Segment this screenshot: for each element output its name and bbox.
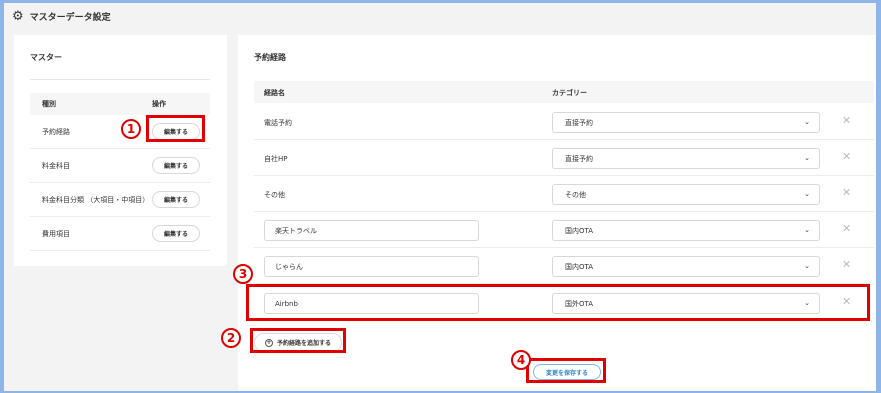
- close-icon[interactable]: ✕: [842, 186, 851, 199]
- category-value: 直接予約: [565, 118, 593, 127]
- gear-icon: ⚙: [12, 8, 24, 24]
- route-name: 電話予約: [264, 119, 292, 127]
- col-type-header: 種別: [42, 100, 56, 108]
- routes-heading: 予約経路: [254, 53, 286, 62]
- chevron-down-icon: ⌄: [804, 190, 810, 198]
- edit-button[interactable]: 編集する: [152, 225, 200, 242]
- master-panel: マスター 種別 操作 予約経路 編集する 料金科目 編集する 料金科目分類 （大…: [14, 35, 227, 266]
- master-type-label: 料金科目: [42, 161, 70, 170]
- close-icon[interactable]: ✕: [842, 295, 851, 308]
- edit-button[interactable]: 編集する: [152, 157, 200, 174]
- save-button[interactable]: 変更を保存する: [533, 364, 601, 380]
- category-value: 直接予約: [565, 154, 593, 163]
- category-select[interactable]: 直接予約 ⌄: [552, 148, 820, 169]
- table-row: 予約経路 編集する: [30, 115, 210, 149]
- category-value: その他: [565, 190, 586, 199]
- table-row: その他 その他 ⌄ ✕: [254, 176, 874, 212]
- route-name: その他: [264, 191, 285, 199]
- master-table-header: 種別 操作: [30, 93, 210, 115]
- chevron-down-icon: ⌄: [804, 226, 810, 234]
- table-row: 楽天トラベル 国内OTA ⌄ ✕: [254, 212, 874, 248]
- category-value: 国外OTA: [565, 299, 594, 308]
- category-value: 国内OTA: [565, 262, 594, 271]
- route-name-input[interactable]: 楽天トラベル: [264, 220, 479, 241]
- route-name-input[interactable]: Airbnb: [264, 293, 479, 314]
- title-bar: ⚙ マスターデータ設定: [4, 3, 876, 29]
- divider: [30, 79, 210, 80]
- chevron-down-icon: ⌄: [804, 262, 810, 270]
- master-type-label: 費用項目: [42, 229, 70, 238]
- edit-button[interactable]: 編集する: [152, 123, 200, 140]
- annotation-marker-2: 2: [221, 328, 241, 348]
- col-name-header: 経路名: [264, 89, 285, 97]
- master-type-label: 料金科目分類 （大項目・中項目）: [42, 195, 150, 204]
- chevron-down-icon: ⌄: [804, 299, 810, 307]
- close-icon[interactable]: ✕: [842, 114, 851, 127]
- table-row: Airbnb 国外OTA ⌄ ✕: [254, 285, 874, 321]
- annotation-marker-1: 1: [121, 119, 141, 139]
- route-name-input[interactable]: じゃらん: [264, 256, 479, 277]
- col-category-header: カテゴリー: [552, 89, 587, 97]
- category-select[interactable]: 国内OTA ⌄: [552, 220, 820, 241]
- app-window: ⚙ マスターデータ設定 マスター 種別 操作 予約経路 編集する 料金科目 編集…: [4, 3, 876, 391]
- routes-table-header: 経路名 カテゴリー: [254, 81, 874, 103]
- chevron-down-icon: ⌄: [804, 154, 810, 162]
- table-row: 自社HP 直接予約 ⌄ ✕: [254, 140, 874, 176]
- routes-panel: 予約経路 経路名 カテゴリー 電話予約 直接予約 ⌄ ✕ 自社HP 直接予約 ⌄…: [238, 35, 876, 391]
- edit-button[interactable]: 編集する: [152, 191, 200, 208]
- page-title: マスターデータ設定: [29, 12, 111, 23]
- close-icon[interactable]: ✕: [842, 258, 851, 271]
- category-select[interactable]: 国内OTA ⌄: [552, 256, 820, 277]
- close-icon[interactable]: ✕: [842, 150, 851, 163]
- table-row: 費用項目 編集する: [30, 217, 210, 251]
- annotation-marker-3: 3: [233, 264, 253, 284]
- category-value: 国内OTA: [565, 226, 594, 235]
- category-select[interactable]: 直接予約 ⌄: [552, 112, 820, 133]
- close-icon[interactable]: ✕: [842, 222, 851, 235]
- category-select[interactable]: その他 ⌄: [552, 184, 820, 205]
- table-row: 料金科目分類 （大項目・中項目） 編集する: [30, 183, 210, 217]
- table-row: 料金科目 編集する: [30, 149, 210, 183]
- add-route-label: 予約経路を追加する: [277, 340, 332, 347]
- route-name: 自社HP: [264, 155, 288, 163]
- category-select[interactable]: 国外OTA ⌄: [552, 293, 820, 314]
- table-row: じゃらん 国内OTA ⌄ ✕: [254, 248, 874, 284]
- master-table: 種別 操作 予約経路 編集する 料金科目 編集する 料金科目分類 （大項目・中項…: [30, 93, 210, 251]
- add-route-button[interactable]: + 予約経路を追加する: [254, 333, 343, 352]
- chevron-down-icon: ⌄: [804, 118, 810, 126]
- col-action-header: 操作: [152, 100, 166, 108]
- plus-icon: +: [265, 338, 273, 347]
- annotation-marker-4: 4: [511, 350, 531, 370]
- table-row: 電話予約 直接予約 ⌄ ✕: [254, 104, 874, 140]
- master-heading: マスター: [30, 53, 62, 62]
